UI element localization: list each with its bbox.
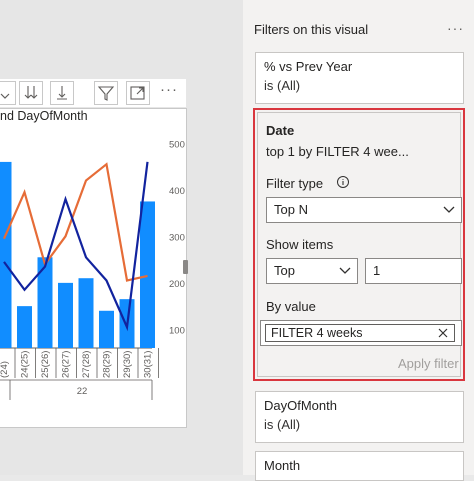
- resize-handle[interactable]: [183, 260, 188, 274]
- x-axis-tick-label: 29(30): [122, 351, 133, 378]
- more-options-icon: ···: [160, 81, 178, 98]
- filter-card-vs-prev-year[interactable]: % vs Prev Year is (All): [255, 52, 464, 104]
- x-axis-tick-label: 27(28): [81, 351, 92, 378]
- chart-area: 100 200 300 400 500 (24) 24(25) 25(26) 26(27) 27(…: [0, 139, 185, 400]
- filter-card-dayofmonth[interactable]: DayOfMonth is (All): [255, 391, 464, 443]
- bar: [0, 161, 12, 348]
- close-icon[interactable]: [438, 328, 448, 338]
- filter-type-label: Filter type: [266, 176, 324, 191]
- x-axis-tick-label: 28(29): [102, 351, 113, 378]
- show-items-direction-dropdown[interactable]: Top: [266, 258, 358, 284]
- filter-card-date-body: Date top 1 by FILTER 4 wee... Filter typ…: [257, 112, 462, 377]
- bar: [78, 278, 94, 348]
- filter-type-dropdown[interactable]: Top N: [266, 197, 462, 223]
- focus-mode-button[interactable]: [126, 81, 150, 105]
- filter-card-field: % vs Prev Year: [264, 59, 353, 74]
- filter-icon: [97, 86, 115, 101]
- filter-button[interactable]: [94, 81, 118, 105]
- bar: [99, 310, 114, 348]
- pane-header: Filters on this visual: [254, 22, 369, 37]
- show-items-label: Show items: [266, 237, 334, 252]
- x-axis-group-label: 22: [77, 386, 88, 397]
- x-axis-tick-label: 30(31): [143, 351, 154, 378]
- y-axis-tick-label: 200: [169, 279, 185, 290]
- y-axis-tick-label: 100: [169, 325, 185, 336]
- x-axis-tick-label: 24(25): [20, 351, 31, 378]
- filter-card-field: Month: [264, 458, 301, 473]
- filter-pane: Filters on this visual ··· % vs Prev Yea…: [243, 0, 474, 481]
- chevron-down-icon: [443, 206, 455, 213]
- pane-more-options-icon[interactable]: ···: [447, 20, 464, 36]
- visual-title: nd DayOfMonth: [0, 109, 88, 123]
- more-options-button[interactable]: ···: [158, 81, 180, 103]
- expand-all-button[interactable]: [19, 81, 43, 105]
- filter-card-month[interactable]: Month: [255, 451, 464, 481]
- show-items-count-value: 1: [373, 263, 381, 278]
- by-value-field-pill[interactable]: FILTER 4 weeks: [265, 324, 455, 342]
- y-axis-tick-label: 500: [169, 139, 185, 150]
- report-canvas: ··· nd DayOfMonth 100 200 300 400 500 (24) 24(…: [0, 0, 243, 475]
- visual-header-toolbar: ···: [0, 79, 186, 107]
- filter-card-state: is (All): [264, 78, 301, 93]
- bar: [58, 282, 73, 348]
- filter-card-summary: top 1 by FILTER 4 wee...: [266, 144, 409, 159]
- show-items-count-input[interactable]: 1: [365, 258, 462, 284]
- x-axis-tick-label: 25(26): [40, 351, 51, 378]
- by-value-field-name: FILTER 4 weeks: [271, 326, 363, 340]
- filter-card-state: is (All): [264, 417, 301, 432]
- x-axis-tick-label: (24): [0, 361, 10, 378]
- drill-down-icon: [0, 93, 10, 99]
- info-icon[interactable]: [336, 175, 350, 189]
- expand-next-level-icon: [57, 86, 67, 100]
- filter-card-field: Date: [266, 123, 295, 138]
- expand-next-level-button[interactable]: [50, 81, 74, 105]
- y-axis-tick-label: 300: [169, 232, 185, 243]
- apply-filter-button[interactable]: Apply filter: [398, 356, 459, 371]
- y-axis-tick-label: 400: [169, 186, 185, 197]
- filter-card-field: DayOfMonth: [264, 398, 337, 413]
- by-value-label: By value: [266, 299, 316, 314]
- by-value-drop-zone[interactable]: FILTER 4 weeks: [260, 320, 462, 346]
- show-items-direction-value: Top: [274, 263, 295, 278]
- series-line-orange: [2, 162, 148, 282]
- x-axis-tick-label: 26(27): [61, 351, 72, 378]
- filter-card-date[interactable]: Date top 1 by FILTER 4 wee... Filter typ…: [253, 108, 465, 381]
- focus-mode-icon: [130, 86, 145, 100]
- expand-all-icon: [24, 86, 38, 99]
- bar: [17, 306, 32, 348]
- chevron-down-icon: [339, 267, 351, 274]
- filter-type-value: Top N: [274, 202, 308, 217]
- bar: [140, 201, 155, 348]
- drill-down-button[interactable]: [0, 81, 16, 105]
